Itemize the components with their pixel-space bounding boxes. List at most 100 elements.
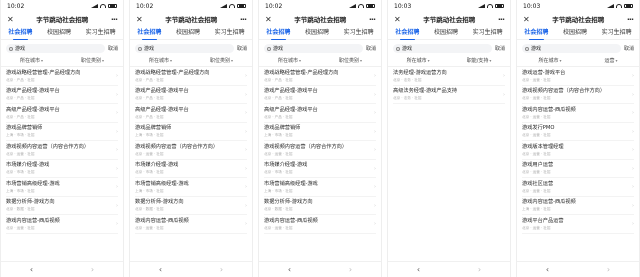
filter-dropdown[interactable]: 职位类别▾: [210, 57, 233, 64]
job-list-item[interactable]: 市场媒介经理-游戏 北京 · 市场 · 社招 ›: [264, 160, 376, 178]
cancel-button[interactable]: 取消: [495, 45, 505, 52]
tab-0[interactable]: 社会招聘: [266, 27, 290, 40]
tab-0[interactable]: 社会招聘: [137, 27, 161, 40]
back-button[interactable]: ‹: [417, 265, 420, 274]
tab-0[interactable]: 社会招聘: [524, 27, 548, 40]
job-list-item[interactable]: 游戏平台产品运营 北京 · 运营 · 社招 ›: [522, 215, 634, 234]
tab-1[interactable]: 校园招聘: [176, 27, 200, 38]
job-list-item[interactable]: 市场媒介经理-游戏 北京 · 市场 · 社招 ›: [6, 160, 118, 178]
chevron-right-icon: ›: [374, 110, 376, 116]
close-icon[interactable]: ✕: [265, 15, 272, 24]
job-title: 游戏内容运营-西瓜视频: [135, 217, 189, 224]
job-list-item[interactable]: 高级产品经理-游戏平台 北京 · 产品 · 社招 ›: [264, 104, 376, 123]
job-list-item[interactable]: 游戏内容运营-西瓜视频 北京 · 运营 · 社招 ›: [6, 215, 118, 234]
tab-1[interactable]: 校园招聘: [47, 27, 71, 38]
job-list-item[interactable]: 游戏视频内容运营（内容合作方向） 北京 · 运营 · 社招 ›: [6, 141, 118, 160]
close-icon[interactable]: ✕: [7, 15, 14, 24]
job-list-item[interactable]: 游戏产品经理-游戏平台 北京 · 产品 · 社招 ›: [135, 86, 247, 104]
job-list-item[interactable]: 游戏视频内容运营（内容合作方向） 北京 · 运营 · 社招 ›: [264, 141, 376, 160]
job-list-item[interactable]: 数据分析师-游戏方向 北京 · 数据 · 社招 ›: [6, 197, 118, 215]
back-button[interactable]: ‹: [546, 265, 549, 274]
filter-dropdown[interactable]: 职位类别▾: [339, 57, 362, 64]
phone-screen: 10:02 ✕ 字节跳动社会招聘 ··· 社会招聘 校园招聘 实习生招聘 游戏 取消 所在城市▾ 职…: [129, 0, 253, 277]
more-icon[interactable]: ···: [498, 15, 505, 24]
cancel-button[interactable]: 取消: [237, 45, 247, 52]
job-list-item[interactable]: 市场营销高级经理-游戏 上海 · 市场 · 社招 ›: [264, 178, 376, 197]
search-input[interactable]: 游戏: [135, 44, 234, 53]
chevron-right-icon: ›: [632, 91, 634, 98]
close-icon[interactable]: ✕: [136, 15, 143, 24]
close-icon[interactable]: ✕: [523, 15, 530, 24]
job-list-item[interactable]: 游戏战略经营管理-产品经理方向 北京 · 产品 · 社招 ›: [135, 67, 247, 86]
forward-button[interactable]: ›: [349, 265, 352, 274]
search-input[interactable]: 游戏: [6, 44, 105, 53]
more-icon[interactable]: ···: [240, 15, 247, 24]
job-list-item[interactable]: 数据分析师-游戏方向 北京 · 数据 · 社招 ›: [135, 197, 247, 215]
tab-2[interactable]: 实习生招聘: [473, 27, 503, 38]
job-list-item[interactable]: 游戏产品经理-游戏平台 北京 · 产品 · 社招 ›: [6, 86, 118, 104]
tab-2[interactable]: 实习生招聘: [215, 27, 245, 38]
job-list-item[interactable]: 游戏品牌营销师 上海 · 市场 · 社招 ›: [6, 123, 118, 141]
search-input[interactable]: 游戏: [522, 44, 621, 53]
job-list-item[interactable]: 高级法务经理-游戏产品支持 北京 · 法务 · 社招 ›: [393, 86, 505, 104]
job-list-item[interactable]: 市场营销高级经理-游戏 上海 · 市场 · 社招 ›: [6, 178, 118, 197]
job-list-item[interactable]: 游戏战略经营管理-产品经理方向 北京 · 产品 · 社招 ›: [6, 67, 118, 86]
job-list-item[interactable]: 游戏品牌营销师 上海 · 市场 · 社招 ›: [264, 123, 376, 141]
job-list-item[interactable]: 游戏内容运营-西瓜视频 上海 · 运营 · 社招 ›: [522, 197, 634, 215]
filter-dropdown[interactable]: 运营▾: [604, 57, 617, 64]
filter-dropdown[interactable]: 所在城市▾: [149, 57, 172, 64]
job-list-item[interactable]: 游戏内容运营-西瓜视频 北京 · 运营 · 社招 ›: [264, 215, 376, 234]
filter-dropdown[interactable]: 职位类别▾: [81, 57, 104, 64]
tab-0[interactable]: 社会招聘: [8, 27, 32, 40]
forward-button[interactable]: ›: [607, 265, 610, 274]
tab-1[interactable]: 校园招聘: [563, 27, 587, 38]
tab-2[interactable]: 实习生招聘: [344, 27, 374, 38]
job-list-item[interactable]: 高级产品经理-游戏平台 北京 · 产品 · 社招 ›: [135, 104, 247, 123]
job-list-item[interactable]: 游戏战略经营管理-产品经理方向 北京 · 产品 · 社招 ›: [264, 67, 376, 86]
forward-button[interactable]: ›: [478, 265, 481, 274]
battery-icon: [108, 4, 117, 8]
job-list-item[interactable]: 游戏版本管理经理 北京 · 运营 · 社招 ›: [522, 141, 634, 160]
back-button[interactable]: ‹: [30, 265, 33, 274]
job-list-item[interactable]: 市场媒介经理-游戏 北京 · 市场 · 社招 ›: [135, 160, 247, 178]
more-icon[interactable]: ···: [627, 15, 634, 24]
job-list-item[interactable]: 市场营销高级经理-游戏 上海 · 市场 · 社招 ›: [135, 178, 247, 197]
forward-button[interactable]: ›: [220, 265, 223, 274]
job-list-item[interactable]: 游戏视频内容运营（内容合作方向） 北京 · 运营 · 社招 ›: [522, 86, 634, 104]
tab-0[interactable]: 社会招聘: [395, 27, 419, 40]
job-list-item[interactable]: 游戏品牌营销师 上海 · 市场 · 社招 ›: [135, 123, 247, 141]
filter-dropdown[interactable]: 所在城市▾: [20, 57, 43, 64]
cancel-button[interactable]: 取消: [366, 45, 376, 52]
job-list-item[interactable]: 游戏用户运营 北京 · 运营 · 社招 ›: [522, 160, 634, 178]
search-input[interactable]: 游戏: [264, 44, 363, 53]
job-list-item[interactable]: 法务经理-游戏运营方向 北京 · 法务 · 社招 ›: [393, 67, 505, 86]
job-list-item[interactable]: 游戏产品经理-游戏平台 北京 · 产品 · 社招 ›: [264, 86, 376, 104]
job-list-item[interactable]: 游戏运营-游戏平台 北京 · 运营 · 社招 ›: [522, 67, 634, 86]
filter-dropdown[interactable]: 所在城市▾: [278, 57, 301, 64]
job-title: 游戏产品经理-游戏平台: [135, 88, 189, 95]
more-icon[interactable]: ···: [369, 15, 376, 24]
back-button[interactable]: ‹: [159, 265, 162, 274]
tab-2[interactable]: 实习生招聘: [602, 27, 632, 38]
cancel-button[interactable]: 取消: [108, 45, 118, 52]
tab-1[interactable]: 校园招聘: [305, 27, 329, 38]
chevron-down-icon: ▾: [559, 58, 562, 63]
search-input[interactable]: 游戏: [393, 44, 492, 53]
job-list-item[interactable]: 数据分析师-游戏方向 北京 · 数据 · 社招 ›: [264, 197, 376, 215]
tab-1[interactable]: 校园招聘: [434, 27, 458, 38]
job-list-item[interactable]: 游戏内容运营-西瓜视频 北京 · 运营 · 社招 ›: [135, 215, 247, 234]
forward-button[interactable]: ›: [91, 265, 94, 274]
close-icon[interactable]: ✕: [394, 15, 401, 24]
job-list-item[interactable]: 游戏社区运营 北京 · 运营 · 社招 ›: [522, 178, 634, 197]
filter-dropdown[interactable]: 职能/支持▾: [467, 57, 492, 64]
tab-2[interactable]: 实习生招聘: [86, 27, 116, 38]
back-button[interactable]: ‹: [288, 265, 291, 274]
job-list-item[interactable]: 高级产品经理-游戏平台 北京 · 产品 · 社招 ›: [6, 104, 118, 123]
cancel-button[interactable]: 取消: [624, 45, 634, 52]
filter-dropdown[interactable]: 所在城市▾: [538, 57, 561, 64]
more-icon[interactable]: ···: [111, 15, 118, 24]
job-list-item[interactable]: 游戏发行PMO 北京 · 运营 · 社招 ›: [522, 123, 634, 141]
filter-dropdown[interactable]: 所在城市▾: [407, 57, 430, 64]
job-list-item[interactable]: 游戏内容运营-西瓜视频 北京 · 运营 · 社招 ›: [522, 104, 634, 123]
job-list-item[interactable]: 游戏视频内容运营（内容合作方向） 北京 · 运营 · 社招 ›: [135, 141, 247, 160]
